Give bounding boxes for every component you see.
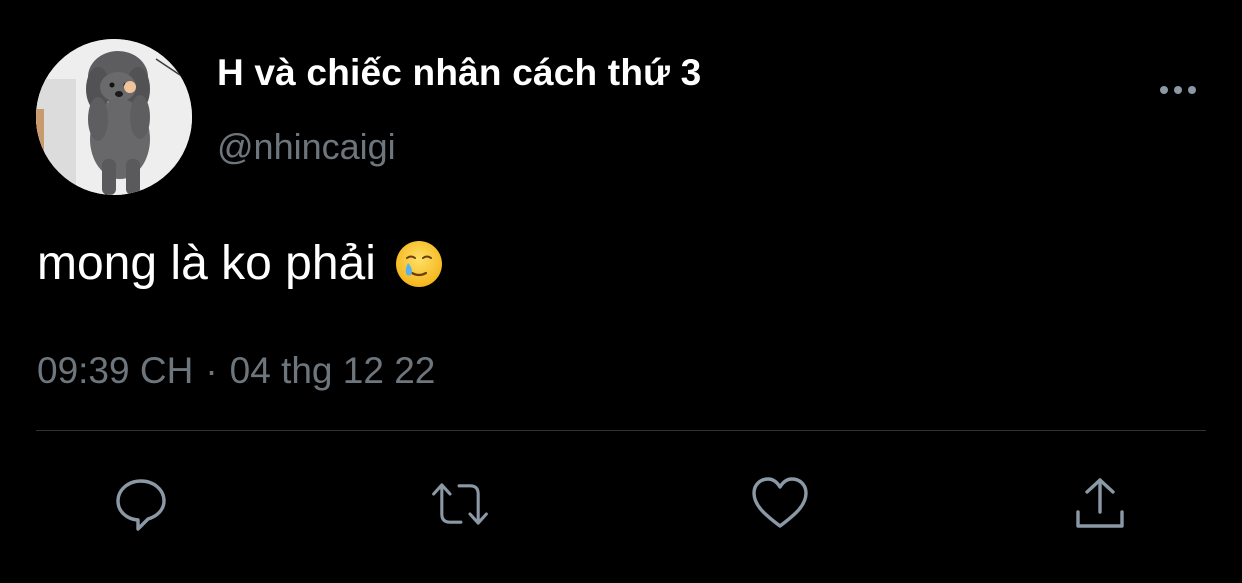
- face-holding-back-tears-icon: [394, 239, 444, 289]
- user-handle[interactable]: @nhincaigi: [217, 126, 396, 168]
- reply-button[interactable]: [111, 474, 171, 534]
- more-dots-icon: [1160, 86, 1196, 94]
- tweet-date: 04 thg 12 22: [229, 350, 436, 391]
- poodle-avatar-image: [36, 39, 192, 195]
- reply-icon: [116, 479, 166, 531]
- tweet-timestamp[interactable]: 09:39 CH · 04 thg 12 22: [37, 350, 435, 392]
- retweet-button[interactable]: [430, 474, 490, 534]
- tweet-text: mong là ko phải: [37, 236, 444, 291]
- retweet-icon: [432, 483, 488, 525]
- divider: [36, 430, 1206, 431]
- share-icon: [1076, 478, 1124, 528]
- heart-icon: [752, 477, 808, 528]
- avatar[interactable]: [36, 39, 192, 195]
- timestamp-separator: ·: [205, 350, 218, 391]
- tweet-text-content: mong là ko phải: [37, 237, 376, 290]
- share-button[interactable]: [1070, 474, 1130, 534]
- display-name[interactable]: H và chiếc nhân cách thứ 3: [217, 52, 701, 94]
- tweet-time: 09:39 CH: [37, 350, 194, 391]
- tweet-detail: H và chiếc nhân cách thứ 3 @nhincaigi mo…: [0, 0, 1242, 583]
- more-options-button[interactable]: [1156, 78, 1200, 102]
- like-button[interactable]: [750, 474, 810, 534]
